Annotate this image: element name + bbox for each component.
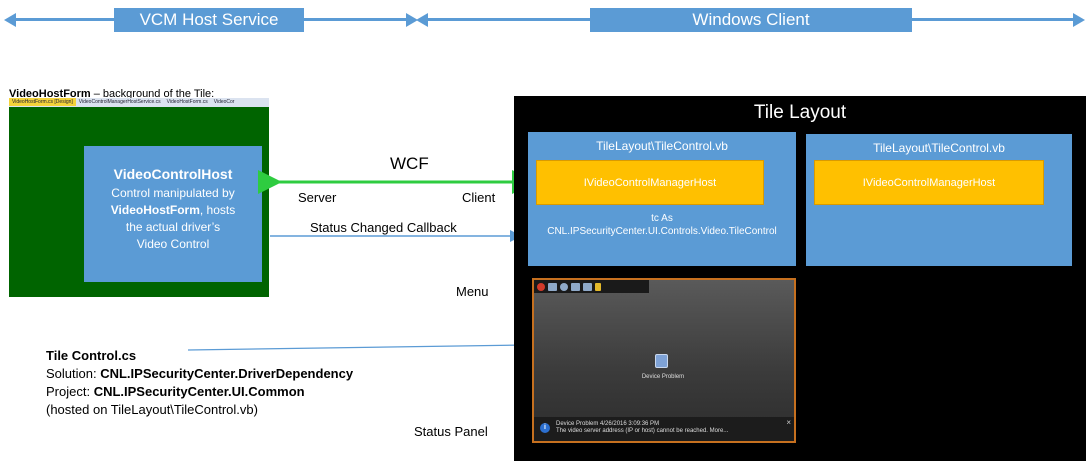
video-tile-screenshot: Device Problem i Device Problem 4/26/201…	[532, 278, 796, 443]
info-icon: i	[540, 423, 550, 433]
tile-1-host-box: IVideoControlManagerHost	[536, 160, 764, 205]
lock-icon[interactable]	[595, 282, 601, 291]
menu-label: Menu	[456, 284, 489, 299]
server-label: Server	[298, 190, 337, 205]
project-label: Project:	[46, 384, 94, 399]
tile-1-tc-line2: CNL.IPSecurityCenter.UI.Controls.Video.T…	[547, 226, 777, 237]
status-panel-label: Status Panel	[414, 424, 488, 439]
video-status-panel: i Device Problem 4/26/2016 3:09:36 PM Th…	[534, 417, 794, 441]
tile-control-2-header: TileLayout\TileControl.vb	[873, 141, 1005, 155]
status-line2: The video server address (IP or host) ca…	[556, 428, 729, 434]
hosted-on-text: (hosted on TileLayout\TileControl.vb)	[46, 402, 258, 417]
status-changed-callback-label: Status Changed Callback	[310, 220, 457, 235]
camera-icon[interactable]	[548, 282, 557, 291]
video-toolbar-menu	[534, 280, 649, 293]
tile-1-tc-text: tc As CNL.IPSecurityCenter.UI.Controls.V…	[528, 212, 796, 238]
client-label: Client	[462, 190, 496, 205]
tile-2-host-box: IVideoControlManagerHost	[814, 160, 1044, 205]
status-close-icon[interactable]: ×	[786, 419, 791, 427]
wcf-label: WCF	[390, 154, 429, 173]
close-video-icon[interactable]	[537, 282, 545, 291]
eye-icon[interactable]	[560, 282, 568, 291]
tile-1-tc-line1: tc As	[651, 213, 673, 224]
save-icon[interactable]	[571, 282, 580, 291]
device-problem-label: Device Problem	[641, 374, 685, 380]
tile-control-1: TileLayout\TileControl.vb IVideoControlM…	[528, 132, 796, 266]
tile-control-1-header: TileLayout\TileControl.vb	[596, 139, 728, 153]
status-line1: Device Problem 4/26/2016 3:09:36 PM	[556, 421, 660, 427]
device-problem-icon	[655, 354, 668, 368]
solution-label: Solution:	[46, 366, 101, 381]
tile-control-2: TileLayout\TileControl.vb IVideoControlM…	[806, 134, 1072, 266]
tile-layout-title: Tile Layout	[753, 102, 847, 123]
project-value: CNL.IPSecurityCenter.UI.Common	[93, 384, 305, 399]
tile-control-cs-info: Tile Control.cs Solution: CNL.IPSecurity…	[46, 347, 353, 419]
tile-control-cs-title: Tile Control.cs	[46, 348, 137, 363]
solution-value: CNL.IPSecurityCenter.DriverDependency	[100, 366, 354, 381]
layout-icon[interactable]	[583, 282, 592, 291]
